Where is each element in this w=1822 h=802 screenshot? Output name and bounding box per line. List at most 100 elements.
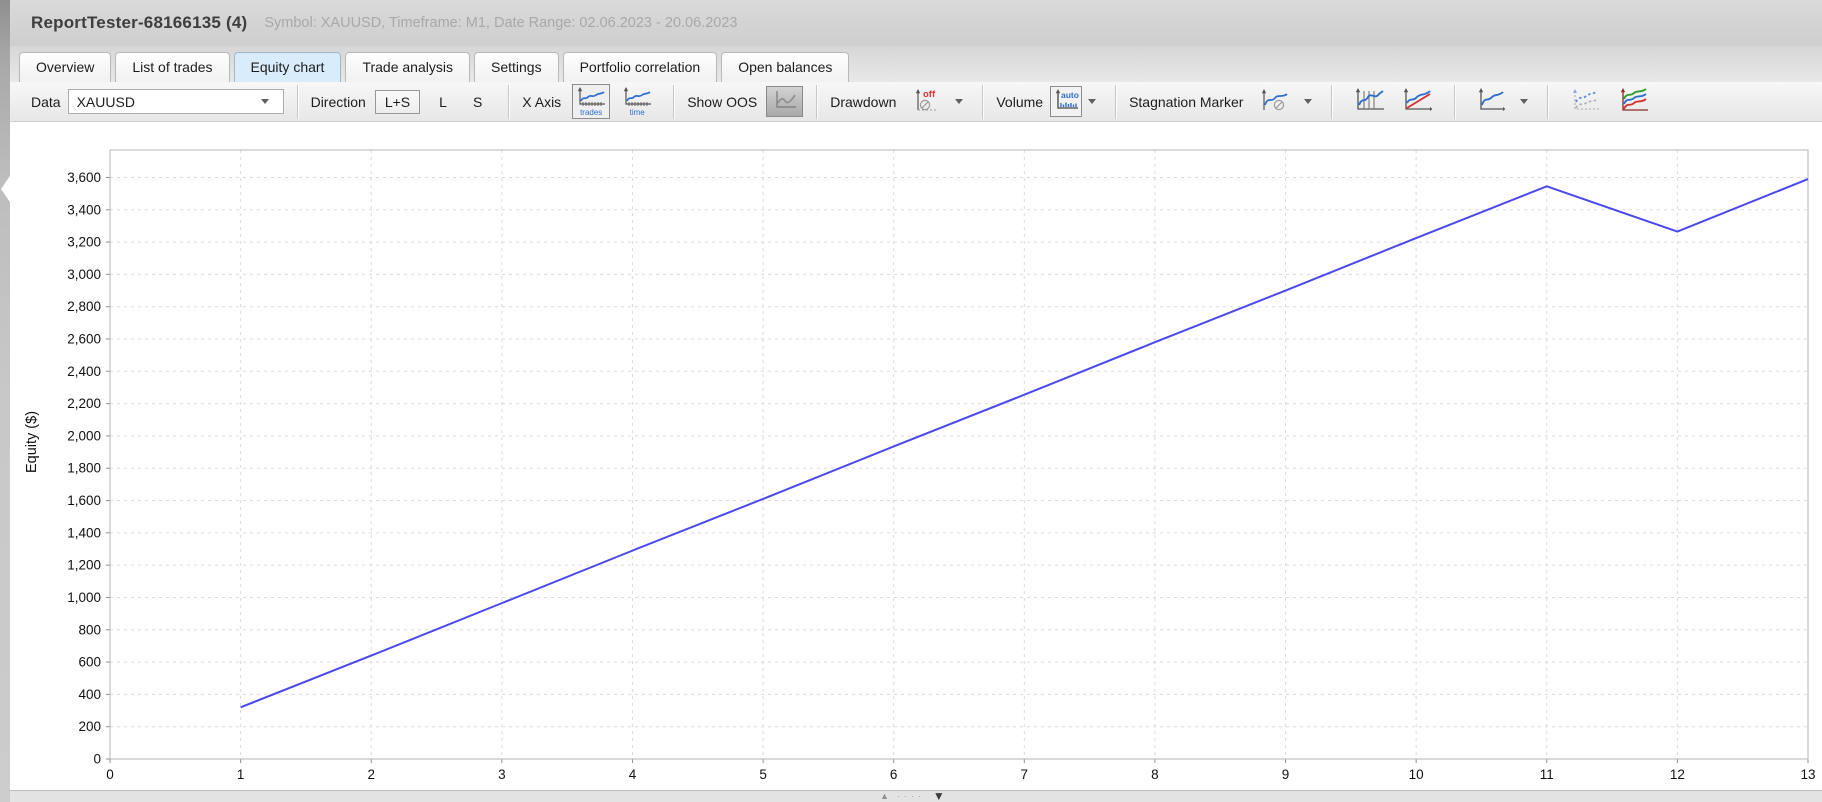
tab-settings[interactable]: Settings (473, 52, 559, 82)
x-axis-trades-caption: trades (580, 108, 603, 117)
volume-group: Volume auto (983, 82, 1115, 121)
svg-text:600: 600 (78, 655, 101, 670)
svg-text:4: 4 (629, 767, 637, 782)
data-group: Data XAUUSD (10, 82, 297, 121)
direction-group: Direction L+S L S (298, 82, 509, 121)
x-axis-time-button[interactable]: time (618, 84, 656, 119)
svg-text:3,200: 3,200 (67, 235, 101, 250)
drawdown-off-icon: off (911, 87, 941, 116)
stagnation-marker-label: Stagnation Marker (1129, 93, 1244, 110)
svg-text:Equity ($): Equity ($) (24, 411, 40, 473)
svg-text:2,200: 2,200 (67, 396, 101, 411)
chart-style-group-2 (1455, 82, 1547, 121)
tab-equity-chart[interactable]: Equity chart (233, 52, 342, 82)
svg-text:2,800: 2,800 (67, 299, 101, 314)
pager-down-icon[interactable]: ▼ (933, 791, 945, 802)
title-bar: ReportTester-68166135 (4) Symbol: XAUUSD… (10, 0, 1822, 46)
svg-text:7: 7 (1021, 767, 1029, 782)
svg-text:3: 3 (498, 767, 506, 782)
equity-trend-chart-icon (1401, 87, 1433, 116)
svg-text:1,600: 1,600 (67, 493, 101, 508)
stagnation-marker-icon (1258, 88, 1290, 115)
volume-auto-icon: auto (1053, 88, 1079, 115)
svg-text:12: 12 (1670, 767, 1685, 782)
x-axis-time-caption: time (629, 108, 645, 117)
svg-text:1,800: 1,800 (67, 461, 101, 476)
svg-text:3,000: 3,000 (67, 267, 101, 282)
line-chart-style-button[interactable] (1472, 84, 1510, 119)
tab-bar: Overview List of trades Equity chart Tra… (10, 46, 1822, 82)
svg-text:auto: auto (1061, 90, 1079, 100)
main-area: ReportTester-68166135 (4) Symbol: XAUUSD… (10, 0, 1822, 802)
svg-text:11: 11 (1540, 767, 1554, 782)
equity-chart-panel: 0 200 400 600 800 1,000 1,200 1,400 1,600 1,800 2,… (10, 122, 1822, 790)
page-title: ReportTester-68166135 (4) (31, 13, 248, 32)
tab-trade-analysis[interactable]: Trade analysis (345, 52, 470, 82)
svg-text:0: 0 (93, 752, 101, 767)
tab-list-of-trades[interactable]: List of trades (115, 52, 230, 82)
chart-style-group-1 (1332, 82, 1454, 121)
drawdown-group: Drawdown off (817, 82, 982, 121)
equity-with-trade-lines-button[interactable] (1349, 84, 1389, 119)
bottom-pager[interactable]: ▲ ···· ▼ (880, 791, 945, 802)
direction-label: Direction (310, 93, 366, 110)
multi-series-button[interactable] (1613, 84, 1653, 119)
data-label: Data (31, 93, 61, 110)
stagnation-dropdown-arrow-icon[interactable] (1304, 99, 1313, 104)
pager-up-icon[interactable]: ▲ (880, 791, 889, 801)
show-oos-label: Show OOS (687, 93, 758, 110)
tab-portfolio-correlation[interactable]: Portfolio correlation (562, 52, 718, 82)
stagnation-marker-group: Stagnation Marker (1116, 82, 1331, 121)
volume-label: Volume (996, 93, 1044, 110)
svg-text:2,600: 2,600 (67, 332, 101, 347)
svg-text:5: 5 (759, 767, 767, 782)
chart-style-group-3 (1548, 82, 1670, 121)
oos-chart-icon (773, 89, 797, 114)
svg-text:9: 9 (1282, 767, 1290, 782)
svg-text:off: off (923, 89, 936, 100)
svg-text:1: 1 (237, 767, 245, 782)
svg-text:6: 6 (890, 767, 898, 782)
svg-text:10: 10 (1409, 767, 1424, 782)
equity-chart: 0 200 400 600 800 1,000 1,200 1,400 1,600 1,800 2,… (24, 149, 1816, 782)
bottom-panel-strip: ▲ ···· ▼ (10, 790, 1822, 802)
direction-short-button[interactable]: S (464, 91, 491, 113)
svg-text:8: 8 (1151, 767, 1159, 782)
drawdown-dropdown-arrow-icon[interactable] (955, 99, 964, 104)
svg-text:1,000: 1,000 (67, 590, 101, 605)
tab-open-balances[interactable]: Open balances (721, 52, 850, 82)
line-chart-dropdown-arrow-icon[interactable] (1520, 99, 1529, 104)
volume-dropdown-arrow-icon[interactable] (1088, 99, 1097, 104)
tab-overview[interactable]: Overview (19, 52, 112, 82)
left-panel-strip (0, 0, 14, 802)
svg-text:0: 0 (106, 767, 114, 782)
report-subtitle: Symbol: XAUUSD, Timeframe: M1, Date Rang… (264, 15, 738, 31)
x-axis-group: X Axis trades time (509, 82, 673, 121)
equity-with-trend-button[interactable] (1397, 84, 1437, 119)
show-oos-group: Show OOS (674, 82, 816, 121)
multi-series-chart-icon (1617, 87, 1649, 116)
pager-dots-icon: ···· (896, 791, 925, 801)
svg-text:3,600: 3,600 (67, 170, 101, 185)
svg-text:1,400: 1,400 (67, 525, 101, 540)
faded-series-button[interactable] (1565, 84, 1605, 119)
svg-text:400: 400 (78, 687, 101, 702)
drawdown-off-button[interactable]: off (907, 84, 945, 119)
svg-text:1,200: 1,200 (67, 558, 101, 573)
direction-long-short-button[interactable]: L+S (374, 89, 421, 114)
stagnation-marker-button[interactable] (1254, 85, 1294, 118)
svg-text:2: 2 (367, 767, 375, 782)
x-axis-label: X Axis (522, 93, 562, 110)
report-tester-window: ReportTester-68166135 (4) Symbol: XAUUSD… (0, 0, 1822, 802)
faded-series-chart-icon (1569, 87, 1601, 116)
show-oos-button[interactable] (766, 86, 804, 117)
svg-text:3,400: 3,400 (67, 202, 101, 217)
svg-text:800: 800 (78, 622, 101, 637)
x-axis-trades-button[interactable]: trades (572, 84, 611, 119)
volume-auto-button[interactable]: auto (1050, 86, 1083, 117)
data-select[interactable]: XAUUSD (67, 89, 284, 114)
svg-text:2,400: 2,400 (67, 364, 101, 379)
direction-long-button[interactable]: L (430, 91, 456, 113)
svg-text:200: 200 (78, 719, 101, 734)
svg-text:13: 13 (1800, 767, 1815, 782)
